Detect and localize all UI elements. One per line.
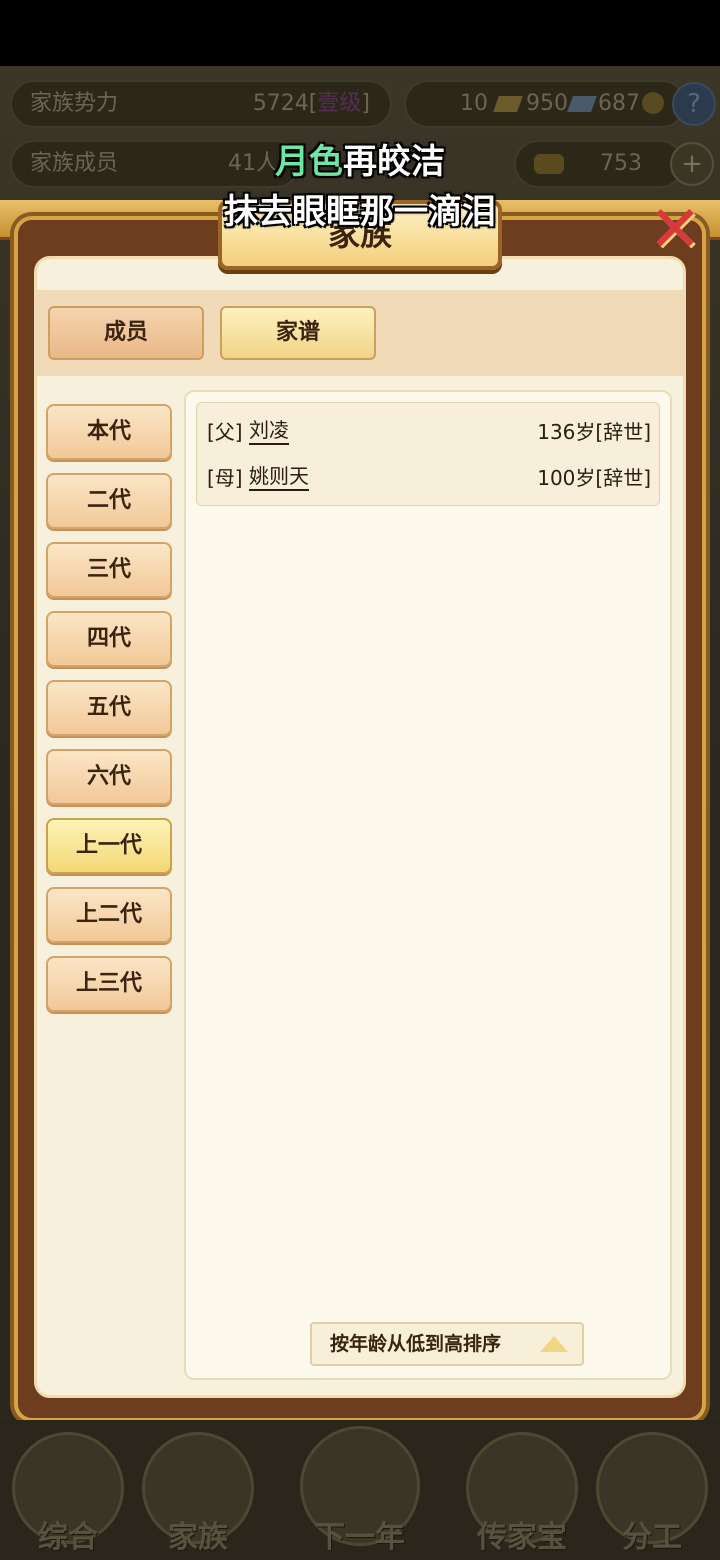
clan-power-label: 家族势力 xyxy=(30,91,119,116)
currency-stat: 10 950 687 xyxy=(404,80,686,128)
resources-text: 10 xyxy=(460,91,488,116)
gold-count: 950 xyxy=(526,91,568,116)
list-item: [母] 姚则天 100岁[辞世] xyxy=(207,463,651,493)
clan-power-rank: 壹级 xyxy=(317,91,362,116)
generation-button-current[interactable]: 本代 xyxy=(46,404,172,460)
lyric-highlight: 月色 xyxy=(275,142,343,182)
generation-button-previous-2[interactable]: 上二代 xyxy=(46,887,172,943)
member-list-container xyxy=(184,390,672,1380)
generation-button-previous-1[interactable]: 上一代 xyxy=(46,818,172,874)
status-bar xyxy=(0,0,720,66)
member-relation: [母] xyxy=(207,466,243,490)
coin-icon xyxy=(642,92,664,114)
nav-label-next-year[interactable]: 下一年 xyxy=(290,1512,430,1556)
member-name-link[interactable]: 姚则天 xyxy=(249,463,309,491)
gold-ingot-icon xyxy=(493,96,523,112)
member-age: 136岁[辞世] xyxy=(537,420,651,444)
generation-button-2[interactable]: 二代 xyxy=(46,473,172,529)
nav-label-heirloom[interactable]: 传家宝 xyxy=(452,1512,592,1556)
generation-button-4[interactable]: 四代 xyxy=(46,611,172,667)
nav-label-labor[interactable]: 分工 xyxy=(582,1512,720,1556)
generation-button-3[interactable]: 三代 xyxy=(46,542,172,598)
clan-power-value: 5724[ xyxy=(252,91,318,116)
generation-button-previous-3[interactable]: 上三代 xyxy=(46,956,172,1012)
clan-power-close: ] xyxy=(361,91,370,116)
silver-ingot-icon xyxy=(567,96,597,112)
tab-members[interactable]: 成员 xyxy=(48,306,204,360)
nav-label-overview[interactable]: 综合 xyxy=(0,1512,138,1556)
member-age: 100岁[辞世] xyxy=(537,466,651,490)
generation-button-6[interactable]: 六代 xyxy=(46,749,172,805)
member-name-link[interactable]: 刘凌 xyxy=(249,417,289,445)
sort-label: 按年龄从低到高排序 xyxy=(330,1333,502,1355)
lyric-line-1: 月色再皎洁 xyxy=(0,134,720,183)
generation-button-5[interactable]: 五代 xyxy=(46,680,172,736)
silver-count: 687 xyxy=(598,91,640,116)
list-item: [父] 刘凌 136岁[辞世] xyxy=(207,417,651,447)
member-list: [父] 刘凌 136岁[辞世] [母] 姚则天 100岁[辞世] xyxy=(196,402,660,506)
lyric-rest: 再皎洁 xyxy=(343,142,445,182)
tab-family-tree[interactable]: 家谱 xyxy=(220,306,376,360)
lyric-line-2: 抹去眼眶那一滴泪 xyxy=(224,192,496,232)
sort-ascending-icon xyxy=(540,1336,568,1352)
member-relation: [父] xyxy=(207,420,243,444)
clan-power-stat: 家族势力 5724[壹级] xyxy=(10,80,392,128)
nav-label-family[interactable]: 家族 xyxy=(128,1512,268,1556)
help-icon[interactable]: ? xyxy=(672,82,716,126)
sort-by-age-button[interactable]: 按年龄从低到高排序 xyxy=(310,1322,584,1366)
